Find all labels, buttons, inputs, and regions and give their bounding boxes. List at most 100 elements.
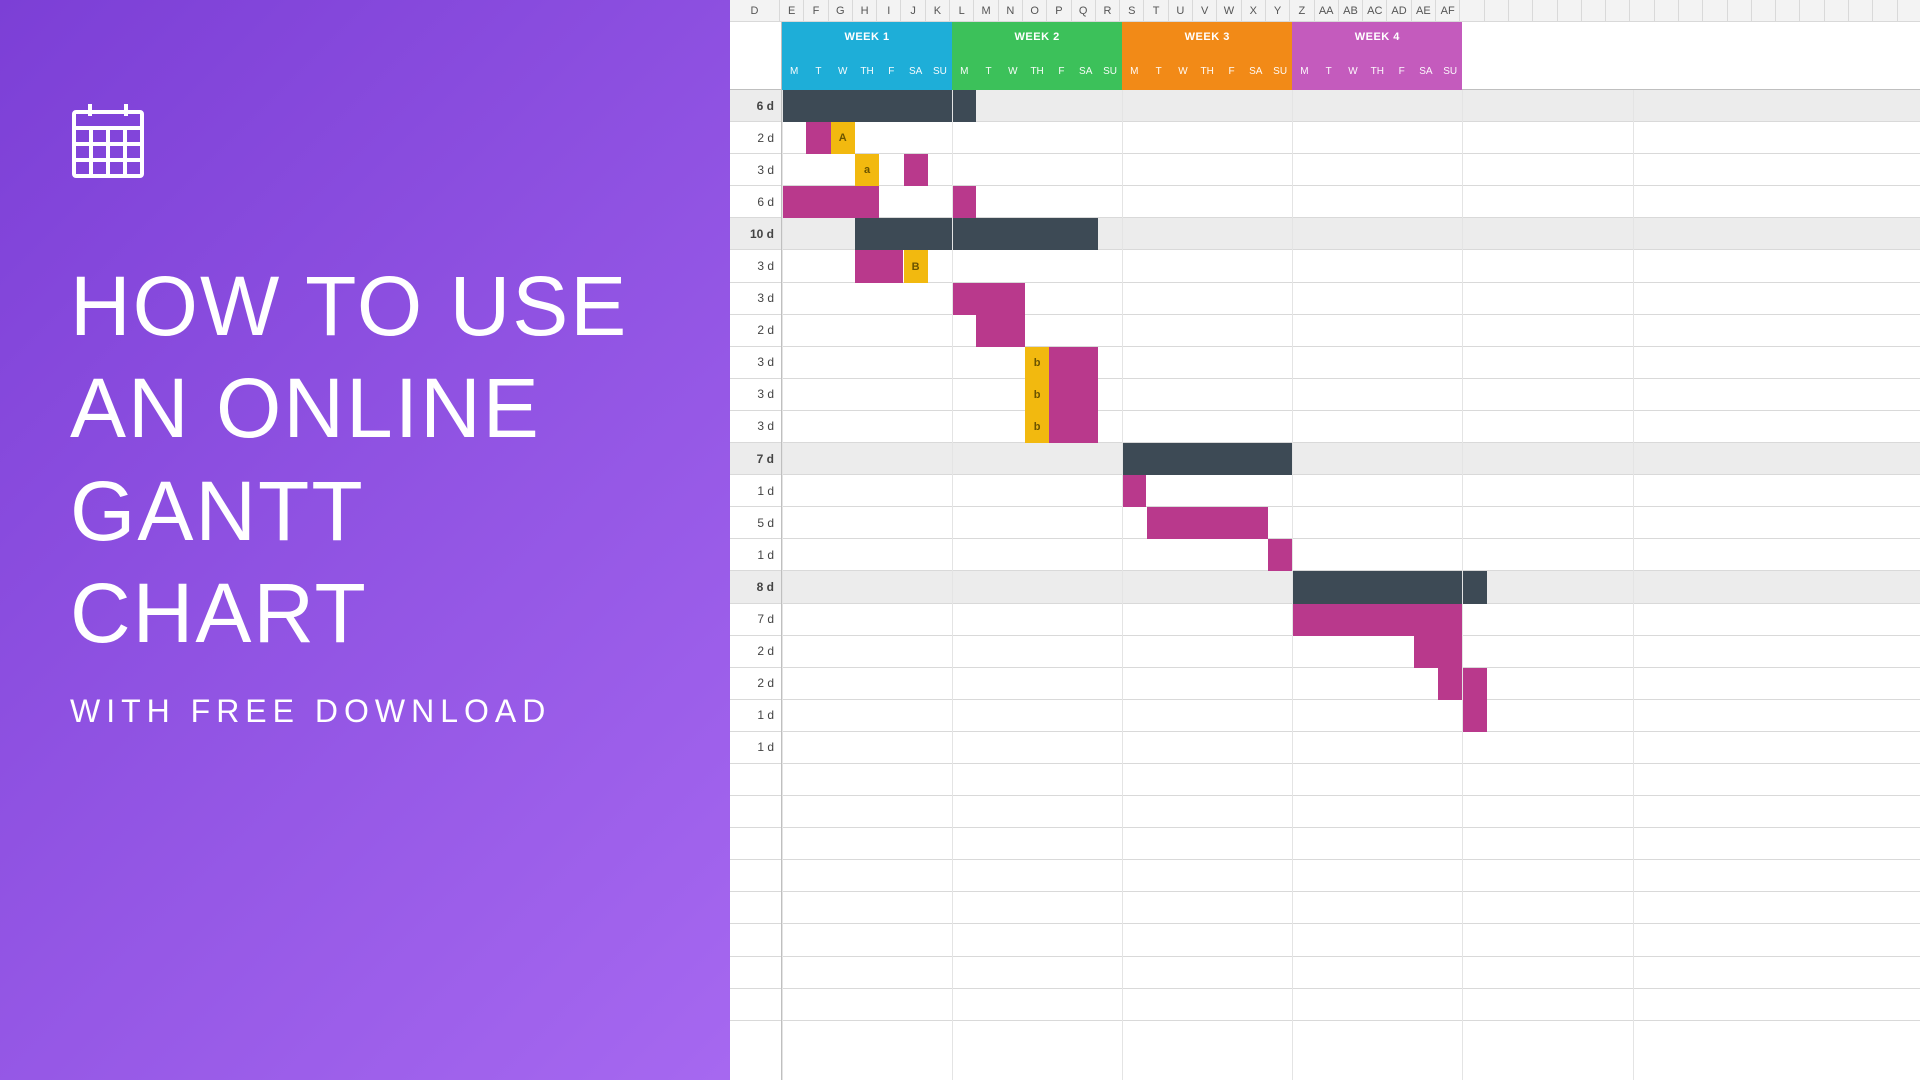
column-header-cell[interactable]	[1460, 0, 1484, 22]
duration-cell[interactable]	[730, 796, 781, 828]
duration-cell[interactable]: 3 d	[730, 250, 781, 282]
column-header-cell[interactable]: D	[730, 0, 780, 22]
column-header-cell[interactable]	[1679, 0, 1703, 22]
column-header-cell[interactable]: P	[1047, 0, 1071, 22]
duration-cell[interactable]	[730, 957, 781, 989]
column-header-cell[interactable]: L	[950, 0, 974, 22]
gantt-bar-task[interactable]	[976, 315, 1025, 347]
duration-cell[interactable]: 6 d	[730, 186, 781, 218]
column-header-cell[interactable]: H	[853, 0, 877, 22]
column-header-cell[interactable]: AB	[1339, 0, 1363, 22]
column-header-cell[interactable]: AD	[1387, 0, 1411, 22]
gantt-bar-task[interactable]	[1268, 539, 1292, 571]
duration-cell[interactable]: 1 d	[730, 475, 781, 507]
gantt-marker[interactable]: a	[855, 154, 879, 186]
duration-cell[interactable]	[730, 828, 781, 860]
column-header-cell[interactable]: W	[1217, 0, 1241, 22]
column-header-cell[interactable]: AE	[1412, 0, 1436, 22]
duration-cell-summary[interactable]: 8 d	[730, 571, 781, 603]
gantt-bar-task[interactable]	[1049, 379, 1098, 411]
column-header-cell[interactable]: F	[804, 0, 828, 22]
column-header-cell[interactable]	[1898, 0, 1920, 22]
column-header-cell[interactable]: G	[829, 0, 853, 22]
column-header-cell[interactable]	[1703, 0, 1727, 22]
gantt-marker[interactable]: A	[831, 122, 855, 154]
gantt-bar-task[interactable]	[1292, 604, 1462, 636]
gantt-bar-task[interactable]	[1147, 507, 1269, 539]
duration-cell[interactable]: 2 d	[730, 668, 781, 700]
duration-cell[interactable]: 3 d	[730, 154, 781, 186]
gantt-bar-task[interactable]	[952, 186, 976, 218]
column-header-cell[interactable]	[1606, 0, 1630, 22]
column-header-cell[interactable]: AA	[1315, 0, 1339, 22]
gantt-marker[interactable]: b	[1025, 347, 1049, 379]
duration-cell[interactable]	[730, 764, 781, 796]
duration-cell[interactable]	[730, 892, 781, 924]
duration-cell[interactable]: 3 d	[730, 379, 781, 411]
duration-cell[interactable]: 3 d	[730, 283, 781, 315]
column-header-cell[interactable]	[1533, 0, 1557, 22]
column-header-cell[interactable]	[1825, 0, 1849, 22]
column-header-cell[interactable]	[1485, 0, 1509, 22]
duration-cell[interactable]: 1 d	[730, 700, 781, 732]
column-header-cell[interactable]: K	[926, 0, 950, 22]
column-header-cell[interactable]: R	[1096, 0, 1120, 22]
duration-cell[interactable]: 2 d	[730, 636, 781, 668]
gantt-bar-task[interactable]	[1049, 347, 1098, 379]
duration-cell-summary[interactable]: 6 d	[730, 90, 781, 122]
column-header-cell[interactable]: X	[1242, 0, 1266, 22]
column-header-cell[interactable]: T	[1144, 0, 1168, 22]
gantt-bar-task[interactable]	[1414, 636, 1463, 668]
column-header-cell[interactable]	[1800, 0, 1824, 22]
duration-cell[interactable]: 1 d	[730, 539, 781, 571]
duration-cell[interactable]: 2 d	[730, 315, 781, 347]
column-header-cell[interactable]	[1582, 0, 1606, 22]
duration-cell[interactable]: 5 d	[730, 507, 781, 539]
gantt-bar-summary[interactable]	[1292, 571, 1486, 603]
column-header-cell[interactable]	[1849, 0, 1873, 22]
gantt-bar-summary[interactable]	[782, 90, 976, 122]
column-header-cell[interactable]: V	[1193, 0, 1217, 22]
column-header-cell[interactable]: AF	[1436, 0, 1460, 22]
column-header-cell[interactable]: O	[1023, 0, 1047, 22]
column-header-cell[interactable]: U	[1169, 0, 1193, 22]
gantt-marker[interactable]: B	[904, 250, 928, 282]
gantt-bar-task[interactable]	[904, 154, 928, 186]
column-header-cell[interactable]: M	[974, 0, 998, 22]
column-header-cell[interactable]: J	[901, 0, 925, 22]
column-header-cell[interactable]: Y	[1266, 0, 1290, 22]
column-header-cell[interactable]	[1728, 0, 1752, 22]
column-header-cell[interactable]: N	[999, 0, 1023, 22]
duration-cell-summary[interactable]: 10 d	[730, 218, 781, 250]
gantt-bar-summary[interactable]	[1122, 443, 1292, 475]
column-header-cell[interactable]	[1776, 0, 1800, 22]
column-header-cell[interactable]	[1873, 0, 1897, 22]
column-header-cell[interactable]: S	[1120, 0, 1144, 22]
gantt-marker[interactable]: b	[1025, 411, 1049, 443]
duration-cell[interactable]: 3 d	[730, 411, 781, 443]
gantt-marker[interactable]: b	[1025, 379, 1049, 411]
duration-cell-summary[interactable]: 7 d	[730, 443, 781, 475]
duration-cell[interactable]: 7 d	[730, 604, 781, 636]
duration-cell[interactable]	[730, 989, 781, 1021]
column-header-cell[interactable]: Q	[1072, 0, 1096, 22]
duration-cell[interactable]: 3 d	[730, 347, 781, 379]
gantt-bar-summary[interactable]	[855, 218, 1098, 250]
column-header-cell[interactable]: E	[780, 0, 804, 22]
gantt-bar-task[interactable]	[855, 250, 904, 282]
column-header-cell[interactable]	[1630, 0, 1654, 22]
column-header-cell[interactable]	[1509, 0, 1533, 22]
gantt-bar-task[interactable]	[1462, 700, 1486, 732]
duration-cell[interactable]	[730, 924, 781, 956]
column-header-cell[interactable]	[1752, 0, 1776, 22]
column-header-cell[interactable]: I	[877, 0, 901, 22]
column-header-cell[interactable]: Z	[1290, 0, 1314, 22]
duration-cell[interactable]	[730, 860, 781, 892]
column-header-cell[interactable]: AC	[1363, 0, 1387, 22]
column-header-cell[interactable]	[1558, 0, 1582, 22]
gantt-bar-task[interactable]	[1049, 411, 1098, 443]
gantt-bar-task[interactable]	[952, 283, 1025, 315]
duration-cell[interactable]: 2 d	[730, 122, 781, 154]
gantt-bar-task[interactable]	[782, 186, 879, 218]
duration-cell[interactable]: 1 d	[730, 732, 781, 764]
